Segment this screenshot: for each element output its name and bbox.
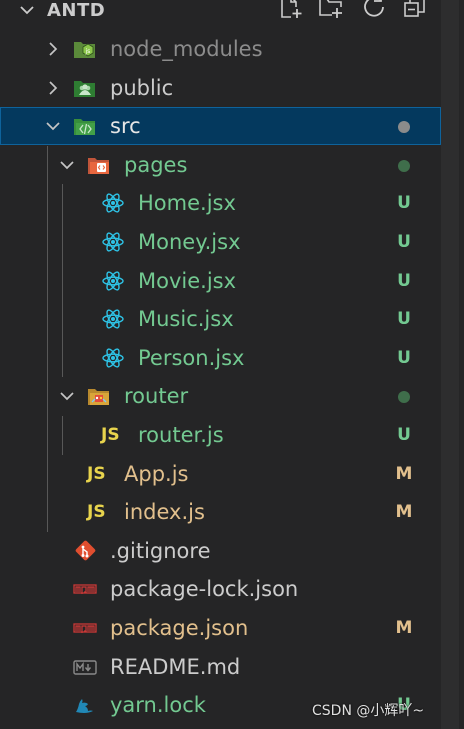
tree-file-row[interactable]: Money.jsx U	[0, 223, 441, 261]
tree-item-label: node_modules	[110, 37, 263, 61]
git-icon	[73, 540, 97, 562]
pages-folder-icon	[87, 154, 111, 176]
chevron-right-icon[interactable]	[45, 80, 61, 96]
react-icon	[101, 270, 125, 292]
tree-item-label: package.json	[110, 616, 249, 640]
tree-item-label: pages	[124, 152, 188, 177]
svg-text:js: js	[85, 48, 91, 55]
new-folder-icon[interactable]	[318, 0, 344, 20]
public-folder-icon	[73, 77, 97, 99]
tree-item-label: router.js	[138, 423, 224, 447]
src-folder-icon	[73, 115, 97, 137]
tree-item-label: Movie.jsx	[138, 268, 237, 293]
watermark: CSDN @小辉吖~	[312, 703, 425, 719]
collapse-all-icon[interactable]	[402, 0, 428, 20]
git-status-badge: U	[397, 347, 411, 368]
javascript-icon: JS	[87, 463, 106, 484]
tree-file-row[interactable]: JS router.js U	[0, 416, 441, 454]
git-status-badge: U	[397, 425, 411, 445]
tree-folder-row[interactable]: public	[0, 69, 441, 107]
router-folder-icon	[87, 385, 111, 407]
react-icon	[101, 347, 125, 369]
tree-file-row[interactable]: Person.jsx U	[0, 339, 441, 377]
yarn-icon	[73, 694, 97, 716]
tree-file-row[interactable]: JS App.js M	[0, 455, 441, 493]
tree-folder-row[interactable]: router	[0, 377, 441, 415]
tree-folder-row[interactable]: pages	[0, 146, 441, 184]
tree-file-row[interactable]: Home.jsx U	[0, 184, 441, 222]
tree-folder-row[interactable]: js node_modules	[0, 30, 441, 68]
tree-file-row[interactable]: package.json M	[0, 609, 441, 647]
markdown-icon	[73, 656, 97, 678]
tree-item-label: App.js	[124, 461, 189, 486]
tree-item-label: router	[124, 384, 189, 409]
npm-icon	[73, 578, 97, 600]
chevron-down-icon[interactable]	[45, 118, 61, 134]
npm-icon	[73, 617, 97, 639]
javascript-icon: JS	[87, 502, 106, 523]
tree-item-label: yarn.lock	[110, 693, 206, 718]
tree-item-label: .gitignore	[110, 538, 211, 563]
tree-item-label: Home.jsx	[138, 191, 236, 216]
react-icon	[101, 231, 125, 253]
tree-item-label: src	[110, 114, 141, 139]
tree-file-row[interactable]: JS index.js M	[0, 493, 441, 531]
tree-item-label: Music.jsx	[138, 307, 234, 332]
indent-guide	[62, 416, 63, 455]
chevron-down-icon[interactable]	[59, 157, 75, 173]
react-icon	[101, 192, 125, 214]
indent-guide	[47, 145, 48, 532]
javascript-icon: JS	[101, 425, 120, 445]
git-status-badge: U	[397, 270, 411, 291]
git-status-badge: U	[397, 193, 411, 214]
explorer-title: ANTD	[47, 0, 106, 21]
file-explorer: ANTD js node_modulespublic src pages Home.js…	[0, 0, 464, 729]
git-status-badge: M	[395, 502, 413, 523]
tree-item-label: Money.jsx	[138, 230, 241, 254]
new-file-icon[interactable]	[278, 0, 304, 20]
tree-folder-row[interactable]: src	[0, 107, 441, 146]
git-status-badge: U	[397, 232, 411, 252]
explorer-header[interactable]: ANTD	[0, 0, 464, 28]
nodejs-folder-icon: js	[73, 38, 97, 60]
git-status-badge: M	[395, 618, 413, 638]
react-icon	[101, 308, 125, 330]
tree-file-row[interactable]: README.md	[0, 648, 441, 686]
tree-item-label: index.js	[124, 500, 205, 525]
chevron-down-icon[interactable]	[18, 2, 36, 18]
git-status-badge: M	[395, 463, 413, 484]
git-status-badge: U	[397, 309, 411, 330]
tree-item-label: package-lock.json	[110, 577, 299, 602]
modified-dot-icon	[398, 159, 410, 172]
modified-dot-icon	[398, 121, 410, 134]
tree-file-row[interactable]: .gitignore	[0, 532, 441, 570]
scrollbar-track[interactable]	[441, 0, 459, 729]
tree-item-label: public	[110, 75, 174, 100]
chevron-down-icon[interactable]	[59, 388, 75, 404]
tree-file-row[interactable]: Movie.jsx U	[0, 262, 441, 300]
refresh-icon[interactable]	[361, 0, 387, 20]
modified-dot-icon	[398, 391, 410, 404]
tree-item-label: README.md	[110, 654, 241, 679]
tree-file-row[interactable]: Music.jsx U	[0, 300, 441, 338]
tree-file-row[interactable]: package-lock.json	[0, 570, 441, 608]
tree-item-label: Person.jsx	[138, 345, 245, 370]
indent-guide	[62, 184, 63, 378]
chevron-right-icon[interactable]	[45, 41, 61, 57]
